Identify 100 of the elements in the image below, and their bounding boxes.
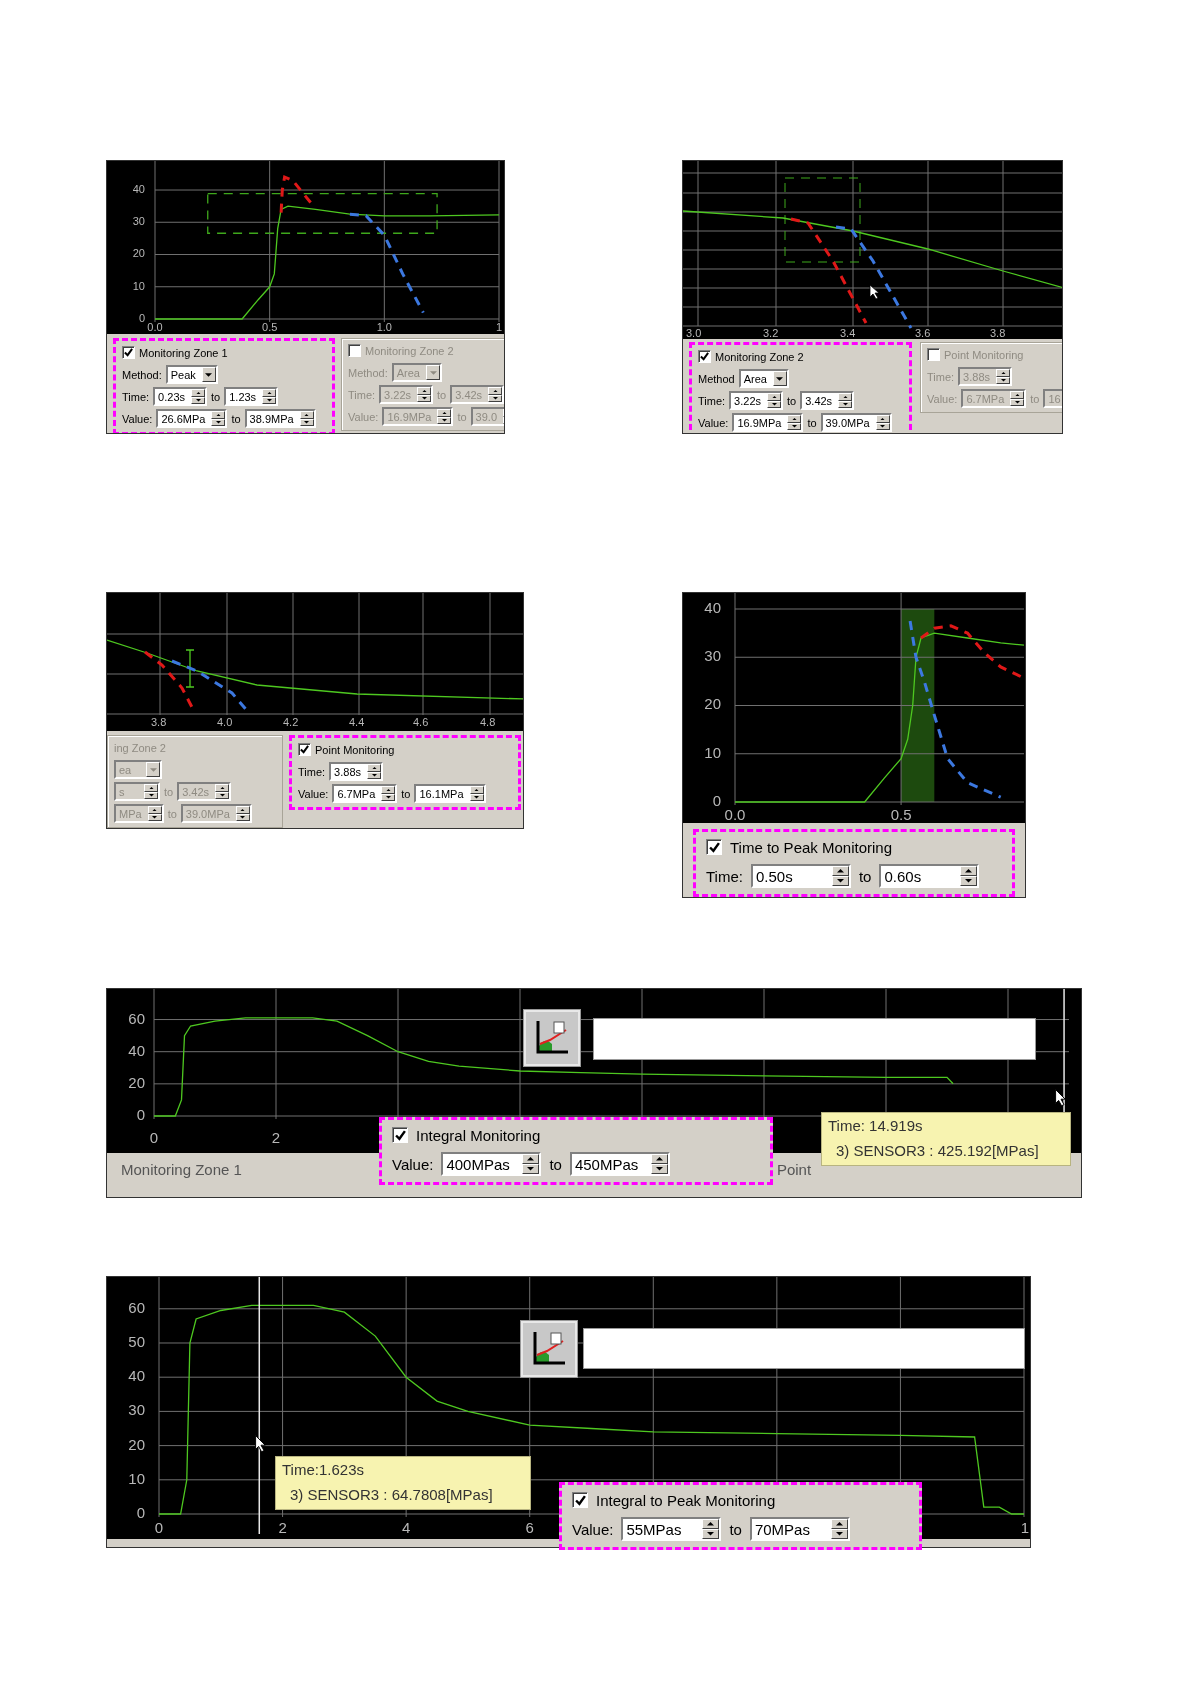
field-label: Value: [927,392,958,405]
spin-buttons[interactable] [381,786,396,801]
spin-buttons[interactable] [767,393,781,408]
spin-field[interactable]: 70MPas [749,1517,850,1541]
field-label: to [807,416,817,429]
spin-field[interactable]: 3.22s [729,391,783,410]
axis-tick-label: 0 [138,311,145,324]
group-title: Point [776,1161,812,1178]
axis-tick-label: 0.5 [890,805,912,823]
spin-buttons[interactable] [960,866,978,886]
spin-field[interactable]: 6.7MPa [332,784,398,803]
axis-tick-label: 20 [704,695,721,713]
spin-field[interactable]: 1.23s [224,387,279,406]
method-dropdown[interactable]: Peak [165,365,218,384]
spin-buttons[interactable] [831,866,849,886]
checkbox[interactable] [572,1492,588,1508]
axis-tick-label: 3.0 [686,326,702,339]
spin-buttons[interactable] [367,764,381,779]
mouse-pointer-icon [255,1435,267,1453]
spin-buttons[interactable] [702,1519,720,1539]
caret-icon [429,370,437,375]
axis-tick-label: 3.2 [763,326,779,339]
method-dropdown[interactable]: Area [738,369,789,388]
axis-tick-label: 6 [525,1518,534,1536]
axis-tick-label: 4.4 [349,715,365,728]
axis-tick-label: 50 [128,1332,145,1350]
field-label: to [437,388,447,401]
axis-tick-label: 60 [128,1298,145,1316]
axis-tick-label: 20 [128,1435,145,1453]
spin-field[interactable]: 16.9MPa [732,413,804,432]
field-label: to [457,410,467,423]
spin-field[interactable]: 400MPas [441,1152,542,1176]
spin-buttons[interactable] [838,393,853,408]
caret-icon [205,372,213,377]
checkbox[interactable] [706,839,722,855]
field-label: to [401,787,411,800]
checkbox[interactable] [698,350,711,363]
axis-tick-label: 3.8 [151,715,167,728]
field-label: Time: [706,867,743,885]
mouse-pointer-icon [1055,1089,1067,1107]
axis-tick-label: 10 [704,743,721,761]
group-title: Integral to Peak Monitoring [596,1491,776,1509]
field-label: Method: [348,366,388,379]
spin-buttons[interactable] [299,411,314,426]
spin-buttons[interactable] [522,1154,540,1174]
axis-tick-label: 1 [1020,1518,1029,1536]
axis-tick-label: 40 [128,1041,145,1059]
group-title: Integral Monitoring [416,1126,541,1144]
field-label: to [164,785,174,798]
field-label: to [167,807,177,820]
field-label: Value: [298,787,329,800]
axis-tick-label: 0.5 [262,320,278,333]
field-label: Time: [927,370,955,383]
spin-buttons[interactable] [830,1519,848,1539]
spin-field[interactable]: 0.50s [750,864,851,888]
field-label: Method [698,372,735,385]
spin-buttons[interactable] [875,415,890,430]
axis-tick-label: 30 [128,1401,145,1419]
axis-tick-label: 20 [132,247,145,260]
axis-tick-label: 40 [128,1367,145,1385]
spin-field[interactable]: 38.9MPa [244,409,316,428]
group-title: Monitoring Zone 1 [121,1161,242,1178]
field-label: Value: [392,1155,434,1173]
field-label: Time: [298,765,326,778]
chart-button[interactable] [521,1321,577,1377]
checkbox[interactable] [298,743,311,756]
spin-field[interactable]: 0.60s [879,864,980,888]
axis-tick-label: 0 [712,791,721,809]
spin-field[interactable]: 55MPas [621,1517,722,1541]
tooltip-text: Time:1.623s [282,1461,365,1478]
spin-field[interactable]: 0.23s [153,387,207,406]
chart-button[interactable] [524,1010,580,1066]
spin-field[interactable]: 16.1MPa [414,784,486,803]
spin-field[interactable]: 26.6MPa [156,409,228,428]
caret-icon [149,767,157,772]
axis-tick-label: 0.0 [147,320,163,333]
axis-tick-label: 4.8 [480,715,496,728]
checkbox[interactable] [122,346,135,359]
spin-field[interactable]: 3.42s [800,391,855,410]
tolerance-bar [185,649,195,688]
spin-buttons[interactable] [650,1154,668,1174]
axis-tick-label: 4 [401,1518,411,1536]
spin-buttons[interactable] [211,411,226,426]
spin-buttons[interactable] [469,786,484,801]
spin-buttons[interactable] [262,389,277,404]
axis-tick-label: 60 [128,1009,145,1027]
axis-tick-label: 4.6 [413,715,429,728]
spin-field[interactable]: 450MPas [569,1152,670,1176]
spin-field[interactable]: 39.0MPa [820,413,892,432]
spin-buttons[interactable] [787,415,802,430]
axis-tick-label: 2 [271,1128,281,1146]
spin-buttons[interactable] [191,389,205,404]
field-label: to [211,390,221,403]
spin-field[interactable]: 3.88s [329,762,383,781]
checkbox[interactable] [392,1127,408,1143]
axis-tick-label: 4.2 [283,715,299,728]
group-title: ing Zone 2 [114,741,166,754]
field-label: to [729,1520,742,1538]
axis-tick-label: 1.0 [376,320,392,333]
field-label: to [787,394,797,407]
